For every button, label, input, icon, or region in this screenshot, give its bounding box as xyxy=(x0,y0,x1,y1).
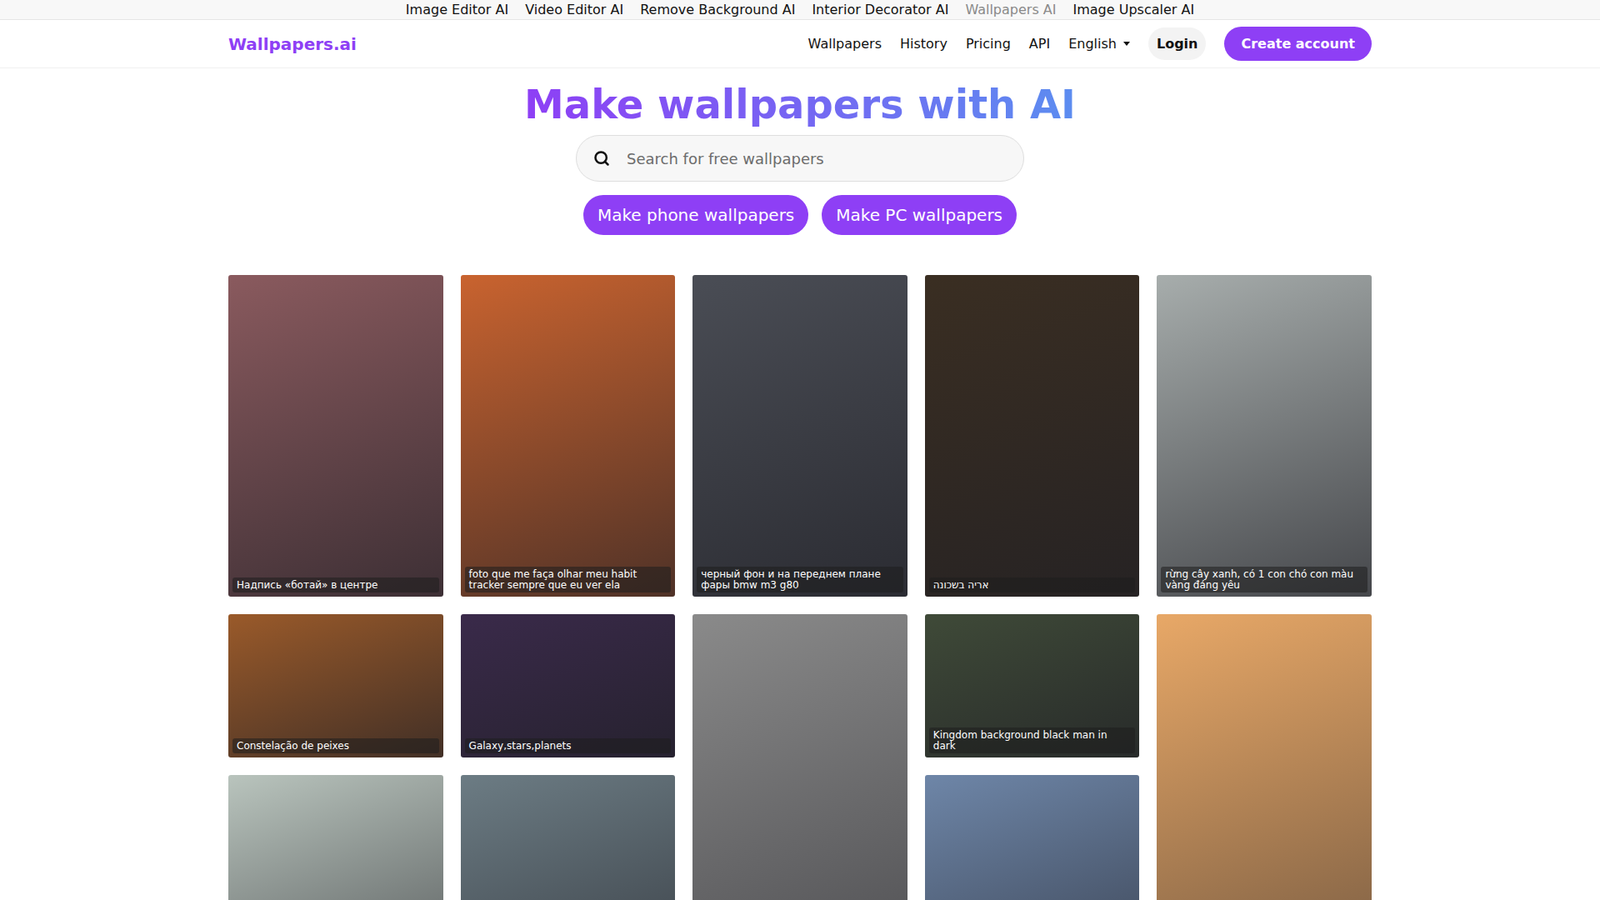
top-bar-link[interactable]: Interior Decorator AI xyxy=(811,1,949,18)
search-input[interactable] xyxy=(625,149,1009,169)
wallpaper-card[interactable] xyxy=(228,775,444,900)
top-bar-link[interactable]: Remove Background AI xyxy=(640,1,795,18)
search-box[interactable] xyxy=(575,135,1025,182)
gallery-column: rừng cây xanh, có 1 con chó con màu vàng… xyxy=(1156,275,1372,900)
wallpaper-caption: אריה בשכונה xyxy=(929,577,1136,594)
top-bar-link[interactable]: Wallpapers AI xyxy=(965,1,1056,18)
make-wallpaper-button[interactable]: Make phone wallpapers xyxy=(583,195,809,235)
wallpaper-card[interactable]: Constelação de peixes xyxy=(228,614,444,758)
wallpaper-card[interactable] xyxy=(692,614,908,900)
gallery-column: черный фон и на переднем плане фары bmw … xyxy=(692,275,908,900)
search-icon xyxy=(593,150,610,167)
wallpaper-caption: Надпись «ботай» в центре xyxy=(232,577,440,594)
top-bar-link[interactable]: Image Upscaler AI xyxy=(1073,1,1195,18)
wallpaper-card[interactable]: Надпись «ботай» в центре xyxy=(228,275,444,597)
nav-link[interactable]: Wallpapers xyxy=(808,35,882,52)
wallpaper-caption: Galaxy,stars,planets xyxy=(465,738,672,755)
wallpaper-card[interactable] xyxy=(925,775,1140,900)
wallpaper-card[interactable] xyxy=(1156,614,1372,900)
hero-title: Make wallpapers with AI xyxy=(524,78,1076,130)
nav-link[interactable]: Pricing xyxy=(965,35,1011,52)
wallpaper-card[interactable]: черный фон и на переднем плане фары bmw … xyxy=(692,275,908,597)
wallpaper-card[interactable] xyxy=(460,775,676,900)
wallpaper-card[interactable]: rừng cây xanh, có 1 con chó con màu vàng… xyxy=(1156,275,1372,597)
wallpaper-caption: Constelação de peixes xyxy=(232,738,440,755)
wallpaper-card[interactable]: foto que me faça olhar meu habit tracker… xyxy=(460,275,676,597)
top-bar-link[interactable]: Image Editor AI xyxy=(405,1,509,18)
wallpaper-caption: черный фон и на переднем плане фары bmw … xyxy=(696,566,904,593)
wallpaper-caption: rừng cây xanh, có 1 con chó con màu vàng… xyxy=(1160,566,1368,593)
gallery-column: foto que me faça olhar meu habit tracker… xyxy=(460,275,676,900)
login-button[interactable]: Login xyxy=(1148,27,1207,60)
nav-link[interactable]: History xyxy=(900,35,948,52)
top-bar: Image Editor AI Video Editor AI Remove Bac… xyxy=(0,0,1600,20)
hero: Make wallpapers with AI Make phone wallpa… xyxy=(0,68,1600,235)
logo[interactable]: Wallpapers.ai xyxy=(228,34,357,55)
navbar: Wallpapers.ai Wallpapers History Pricing API… xyxy=(0,20,1600,69)
create-account-button[interactable]: Create account xyxy=(1224,26,1372,61)
nav-link[interactable]: API xyxy=(1029,35,1050,52)
wallpaper-caption: Kingdom background black man in dark xyxy=(929,727,1136,754)
wallpaper-card[interactable]: Galaxy,stars,planets xyxy=(460,614,676,758)
gallery-column: אריה בשכונה Kingdom background black man … xyxy=(925,275,1140,900)
caret-icon xyxy=(1123,41,1130,46)
gallery-column: Надпись «ботай» в центре Constelação de p… xyxy=(228,275,444,900)
wallpaper-card[interactable]: Kingdom background black man in dark xyxy=(925,614,1140,758)
top-bar-link[interactable]: Video Editor AI xyxy=(525,1,624,18)
language-dropdown[interactable]: English xyxy=(1068,35,1130,52)
gallery: Надпись «ботай» в центре Constelação de p… xyxy=(228,275,1372,900)
wallpaper-caption: foto que me faça olhar meu habit tracker… xyxy=(465,566,672,593)
make-wallpaper-button[interactable]: Make PC wallpapers xyxy=(821,195,1017,235)
wallpaper-card[interactable]: אריה בשכונה xyxy=(925,275,1140,597)
